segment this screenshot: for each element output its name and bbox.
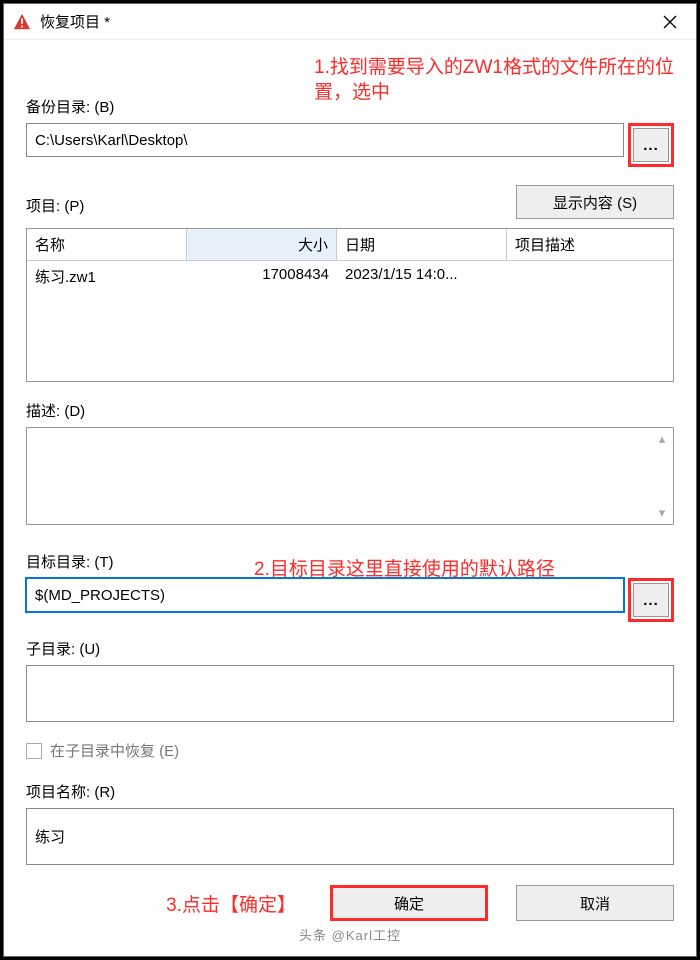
target-dir-input[interactable]: $(MD_PROJECTS) bbox=[26, 578, 624, 612]
table-header: 名称 大小 日期 项目描述 bbox=[27, 229, 673, 261]
dialog-window: 恢复项目 * 1.找到需要导入的ZW1格式的文件所在的位置，选中 备份目录: (… bbox=[3, 3, 697, 957]
table-empty-area bbox=[27, 293, 673, 381]
scroll-up-icon[interactable]: ▴ bbox=[653, 430, 671, 448]
titlebar: 恢复项目 * bbox=[4, 4, 696, 40]
sub-dir-input[interactable] bbox=[26, 665, 674, 722]
annotation-3: 3.点击【确定】 bbox=[166, 890, 296, 917]
cell-size: 17008434 bbox=[187, 261, 337, 293]
backup-dir-input[interactable]: C:\Users\Karl\Desktop\ bbox=[26, 123, 624, 157]
restore-subdir-checkbox[interactable] bbox=[26, 743, 42, 759]
scroll-down-icon[interactable]: ▾ bbox=[653, 504, 671, 522]
target-dir-browse-button[interactable]: ... bbox=[633, 583, 669, 617]
annotation-highlight-2: ... bbox=[628, 578, 674, 622]
col-date[interactable]: 日期 bbox=[337, 229, 507, 260]
table-row[interactable]: 练习.zw1 17008434 2023/1/15 14:0... bbox=[27, 261, 673, 293]
cell-desc bbox=[507, 261, 673, 293]
col-desc[interactable]: 项目描述 bbox=[507, 229, 673, 260]
close-button[interactable] bbox=[652, 8, 688, 36]
project-table: 名称 大小 日期 项目描述 练习.zw1 17008434 2023/1/15 … bbox=[26, 228, 674, 382]
col-size[interactable]: 大小 bbox=[187, 229, 337, 260]
cell-name: 练习.zw1 bbox=[27, 261, 187, 293]
window-title: 恢复项目 * bbox=[40, 11, 652, 32]
project-label: 项目: (P) bbox=[26, 195, 674, 216]
sub-dir-label: 子目录: (U) bbox=[26, 638, 674, 659]
ok-button[interactable]: 确定 bbox=[330, 885, 488, 921]
cancel-button[interactable]: 取消 bbox=[516, 885, 674, 921]
col-name[interactable]: 名称 bbox=[27, 229, 187, 260]
annotation-1: 1.找到需要导入的ZW1格式的文件所在的位置，选中 bbox=[314, 56, 684, 105]
description-textarea[interactable]: ▴ ▾ bbox=[26, 427, 674, 525]
annotation-highlight-1: ... bbox=[628, 123, 674, 167]
project-name-input[interactable]: 练习 bbox=[26, 808, 674, 865]
project-name-label: 项目名称: (R) bbox=[26, 781, 674, 802]
annotation-2: 2.目标目录这里直接使用的默认路径 bbox=[254, 558, 555, 583]
app-icon bbox=[12, 12, 32, 32]
dialog-content: 备份目录: (B) C:\Users\Karl\Desktop\ ... 显示内… bbox=[4, 40, 696, 956]
cell-date: 2023/1/15 14:0... bbox=[337, 261, 507, 293]
desc-label: 描述: (D) bbox=[26, 400, 674, 421]
footer-watermark: 头条 @Karl工控 bbox=[26, 921, 674, 946]
backup-dir-browse-button[interactable]: ... bbox=[633, 128, 669, 162]
restore-subdir-label: 在子目录中恢复 (E) bbox=[50, 740, 179, 761]
